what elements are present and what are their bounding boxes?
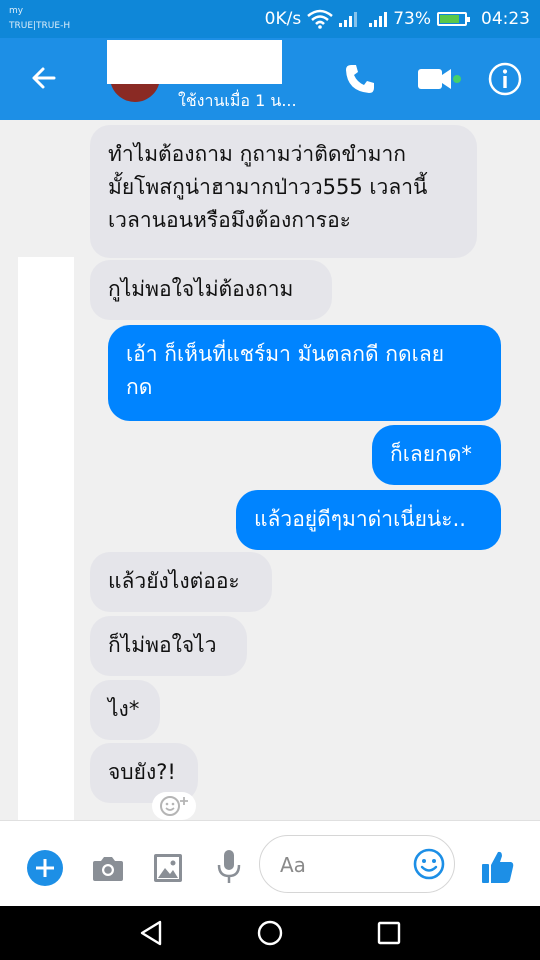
message-bubble-incoming[interactable]: ไง* (90, 680, 160, 740)
smiley-plus-icon (160, 796, 188, 816)
carrier-bottom: TRUE|TRUE-H (9, 21, 71, 31)
emoji-icon[interactable] (413, 848, 445, 880)
message-bubble-incoming[interactable]: กูไม่พอใจไม่ต้องถาม (90, 260, 332, 320)
system-nav-bar (0, 906, 540, 960)
message-bubble-outgoing[interactable]: ก็เลยกด* (372, 425, 501, 485)
clock: 04:23 (481, 9, 530, 29)
camera-icon[interactable] (92, 854, 124, 882)
message-list[interactable]: ทำไมต้องถาม กูถามว่าติดขำมาก มั้ยโพสกูน่… (0, 120, 540, 820)
status-bar: my TRUE|TRUE-H 0K/s 73% 04:23 (0, 0, 540, 38)
carrier-label: my TRUE|TRUE-H (9, 4, 70, 34)
highlight-strip (18, 257, 74, 820)
carrier-top: my (9, 6, 24, 16)
microphone-icon[interactable] (216, 849, 242, 885)
composer-bar (0, 820, 540, 909)
message-bubble-outgoing[interactable]: เอ้า ก็เห็นที่แชร์มา มันตลกดี กดเลย กด (108, 325, 501, 421)
message-input-container[interactable] (259, 835, 455, 893)
conversation-header: ใช้งานเมื่อ 1 น... (0, 38, 540, 120)
signal-icon (339, 11, 358, 27)
message-bubble-incoming[interactable]: แล้วยังไงต่ออะ (90, 552, 272, 612)
nav-recents-icon[interactable] (377, 921, 401, 945)
video-camera-icon[interactable] (417, 64, 463, 94)
active-status: ใช้งานเมื่อ 1 น... (178, 91, 297, 110)
phone-icon[interactable] (343, 62, 377, 96)
message-bubble-outgoing[interactable]: แล้วอยู่ดีๆมาด่าเนี่ยน่ะ.. (236, 490, 501, 550)
message-bubble-incoming[interactable]: ทำไมต้องถาม กูถามว่าติดขำมาก มั้ยโพสกูน่… (90, 125, 477, 258)
plus-icon[interactable] (27, 850, 63, 886)
thumbs-up-icon[interactable] (480, 849, 516, 885)
contact-name-redacted[interactable] (107, 40, 282, 84)
message-bubble-incoming[interactable]: ก็ไม่พอใจไว (90, 616, 247, 676)
network-speed: 0K/s (264, 9, 302, 29)
image-icon[interactable] (153, 853, 183, 883)
nav-home-icon[interactable] (257, 920, 283, 946)
battery-percent: 73% (393, 9, 431, 29)
back-arrow-icon[interactable] (26, 60, 62, 96)
wifi-icon (307, 9, 334, 29)
nav-back-icon[interactable] (138, 920, 164, 946)
info-icon[interactable] (487, 61, 523, 97)
online-indicator (453, 75, 461, 83)
battery-icon (437, 12, 470, 26)
signal-icon-2 (369, 11, 388, 27)
message-input[interactable] (278, 849, 412, 881)
add-reaction-icon[interactable] (152, 792, 196, 820)
